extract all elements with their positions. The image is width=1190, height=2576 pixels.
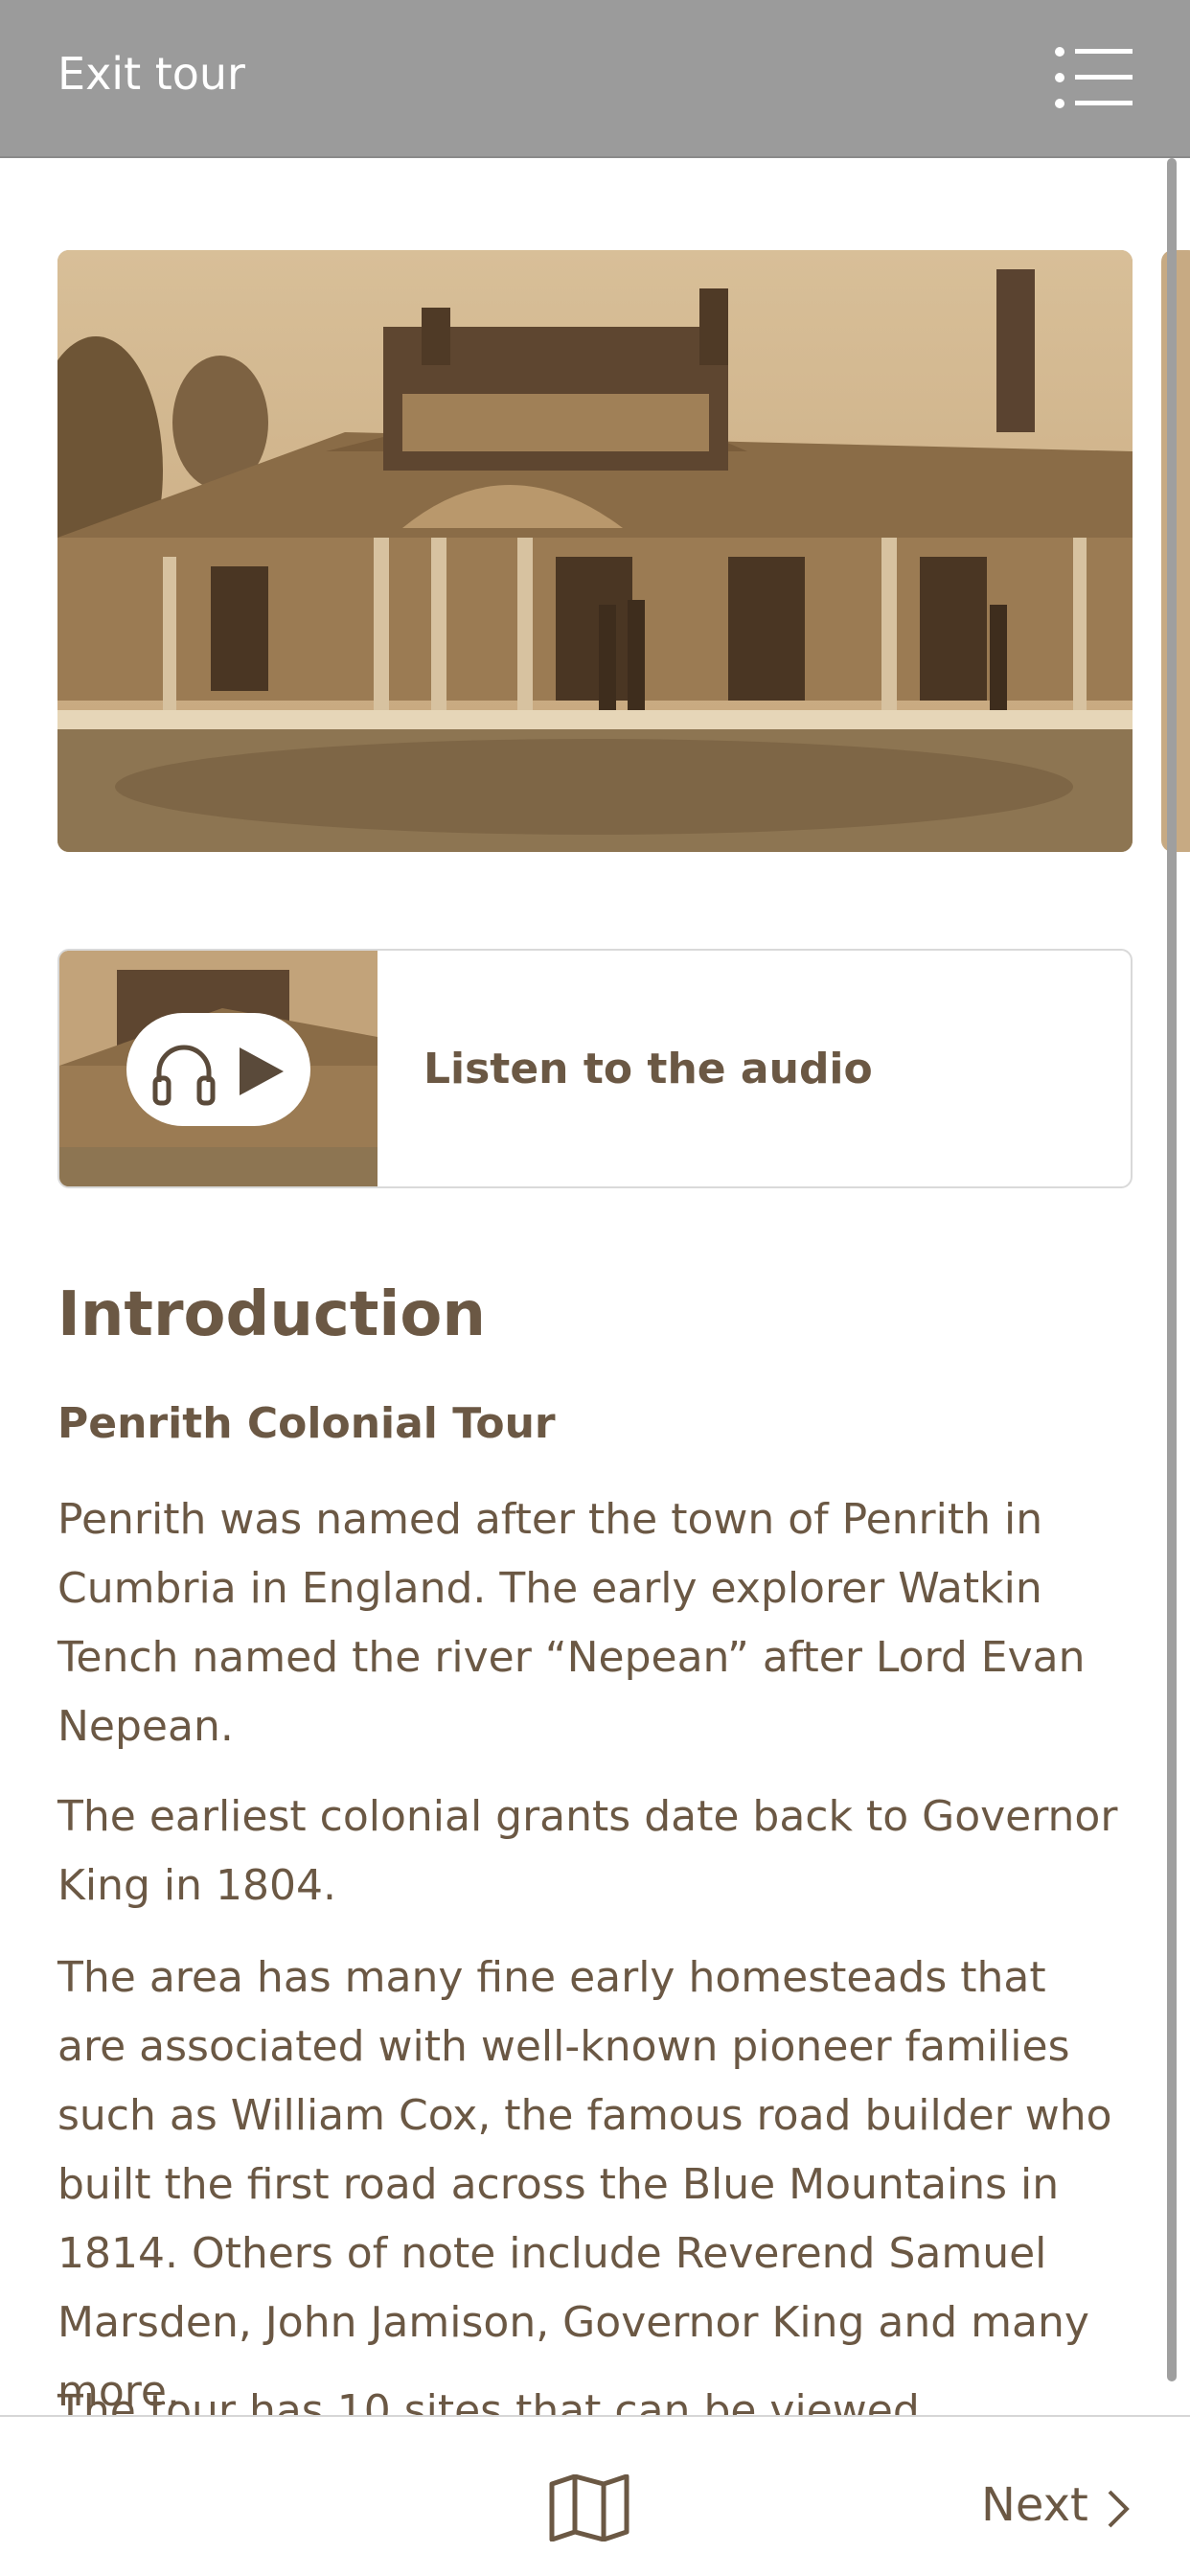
- next-button[interactable]: Next: [981, 2467, 1088, 2543]
- list-menu-icon[interactable]: [1054, 46, 1134, 109]
- scrollbar[interactable]: [1167, 158, 1177, 2381]
- audio-label: Listen to the audio: [423, 1045, 873, 1093]
- play-icon: [240, 1047, 284, 1095]
- section-heading: Introduction: [57, 1279, 486, 1350]
- headphones-icon: [152, 1045, 216, 1106]
- intro-paragraph-4: The tour has 10 sites that can be viewed: [57, 2386, 920, 2415]
- intro-paragraph-1: Penrith was named after the town of Penr…: [57, 1495, 1086, 1751]
- exit-tour-button[interactable]: Exit tour: [57, 48, 245, 100]
- audio-card[interactable]: Listen to the audio: [57, 949, 1133, 1188]
- audio-play-pill[interactable]: [126, 1013, 310, 1126]
- bottom-nav: Next: [0, 2415, 1190, 2576]
- map-icon[interactable]: [548, 2473, 630, 2542]
- intro-paragraph-2: The earliest colonial grants date back t…: [57, 1792, 1118, 1910]
- top-bar: Exit tour: [0, 0, 1190, 158]
- scroll-content[interactable]: Listen to the audio Introduction Penrith…: [0, 158, 1190, 2415]
- tour-title: Penrith Colonial Tour: [57, 1399, 556, 1448]
- intro-paragraph-3: The area has many fine early homesteads …: [57, 1953, 1112, 2415]
- tour-photo[interactable]: [57, 250, 1133, 852]
- chevron-right-icon[interactable]: [1104, 2488, 1133, 2530]
